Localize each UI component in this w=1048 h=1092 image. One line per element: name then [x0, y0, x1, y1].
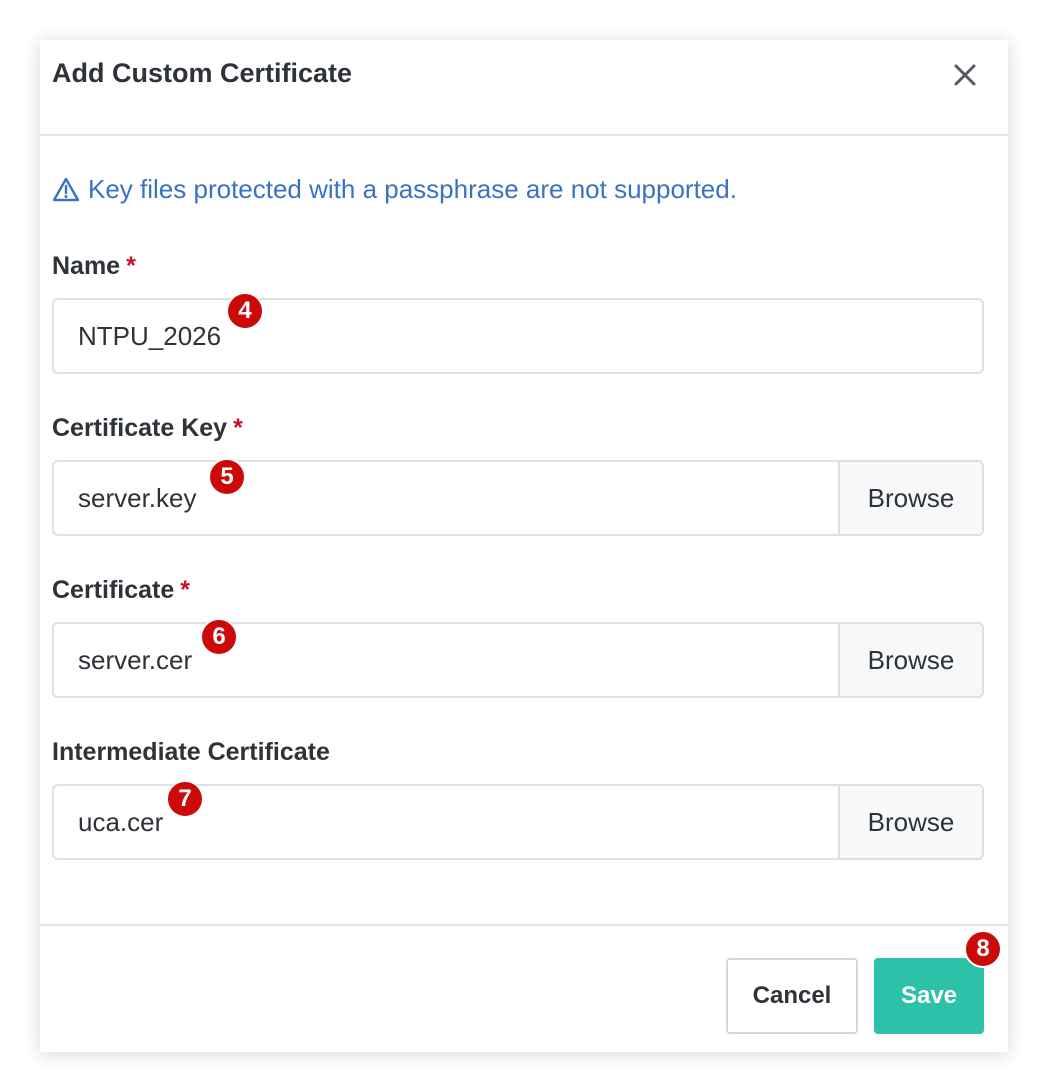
certificate-file-field: server.cer Browse: [52, 622, 984, 698]
certificate-key-file-field: server.key Browse: [52, 460, 984, 536]
certificate-key-browse-button[interactable]: Browse: [838, 462, 982, 534]
certificate-key-label: Certificate Key *: [52, 414, 243, 442]
step-badge: 4: [226, 292, 264, 330]
certificate-label: Certificate *: [52, 576, 190, 604]
intermediate-certificate-label: Intermediate Certificate: [52, 738, 330, 766]
close-icon: [954, 64, 976, 86]
step-badge: 5: [208, 458, 246, 496]
certificate-browse-button[interactable]: Browse: [838, 624, 982, 696]
dialog-header: Add Custom Certificate: [40, 40, 1008, 136]
passphrase-warning: Key files protected with a passphrase ar…: [52, 174, 737, 205]
cancel-button[interactable]: Cancel: [726, 958, 858, 1034]
step-badge: 6: [200, 618, 238, 656]
required-mark: *: [126, 252, 136, 280]
name-label: Name *: [52, 252, 136, 280]
add-certificate-dialog: Add Custom Certificate Key files protect…: [40, 40, 1008, 1052]
warning-text: Key files protected with a passphrase ar…: [88, 174, 737, 204]
name-input[interactable]: [52, 298, 984, 374]
certificate-filename[interactable]: server.cer: [54, 624, 838, 696]
required-mark: *: [180, 576, 190, 604]
intermediate-certificate-browse-button[interactable]: Browse: [838, 786, 982, 858]
required-mark: *: [233, 414, 243, 442]
certificate-key-filename[interactable]: server.key: [54, 462, 838, 534]
warning-icon: [52, 177, 80, 201]
save-button[interactable]: Save: [874, 958, 984, 1034]
step-badge: 7: [166, 780, 204, 818]
step-badge: 8: [964, 930, 1002, 968]
close-button[interactable]: [950, 60, 980, 90]
footer-divider: [40, 924, 1008, 926]
dialog-title: Add Custom Certificate: [52, 58, 353, 88]
